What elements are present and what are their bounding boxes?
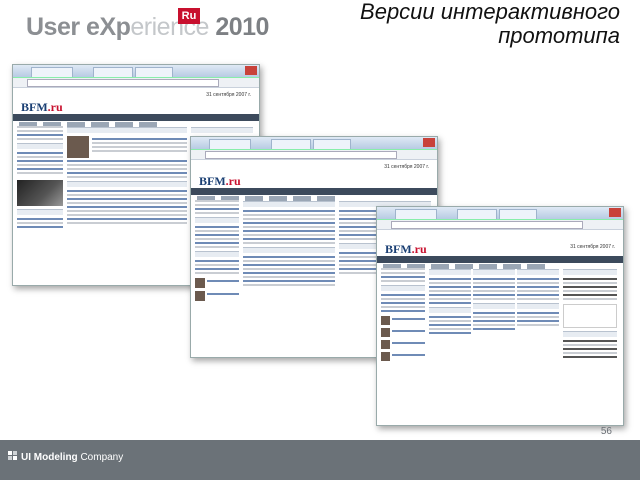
site-date: 31 сентября 2007 г. — [570, 244, 615, 250]
browser-tab-bar — [377, 207, 623, 220]
news-column-3 — [517, 266, 559, 328]
left-column — [17, 124, 63, 230]
page-number: 56 — [600, 426, 612, 437]
site-date: 31 сентября 2007 г. — [206, 92, 251, 98]
market-data-column — [563, 266, 617, 360]
site-nav — [13, 114, 259, 127]
center-column — [67, 124, 187, 226]
news-column-2 — [473, 266, 515, 332]
center-column — [243, 198, 335, 288]
site-logo: BFM.ru — [199, 174, 241, 188]
ru-badge: Ru — [178, 8, 200, 24]
site-date: 31 сентября 2007 г. — [384, 164, 429, 170]
news-column-1 — [429, 266, 471, 336]
logo-text-part1: User eXp — [26, 13, 131, 41]
company-icon — [8, 451, 18, 461]
site-logo: BFM.ru — [385, 242, 427, 256]
company-logo: UI Modeling Company — [8, 451, 123, 463]
logo-year: 2010 — [208, 13, 269, 41]
browser-tab-bar — [13, 65, 259, 78]
slide-title: Версии интерактивного прототипа — [320, 0, 620, 48]
slide-title-line1: Версии интерактивного — [360, 0, 620, 24]
site-nav — [191, 188, 437, 201]
event-logo: User eXperience 2010 Ru — [6, 4, 269, 50]
left-column — [195, 198, 239, 301]
company-name: UI Modeling — [21, 452, 78, 463]
slide-title-line2: прототипа — [498, 23, 620, 48]
site-nav — [377, 256, 623, 269]
browser-tab-bar — [191, 137, 437, 150]
left-column — [381, 266, 425, 361]
close-icon — [423, 138, 435, 147]
prototype-screenshot-3: BFM.ru 31 сентября 2007 г. — [376, 206, 624, 426]
address-bar — [13, 78, 259, 88]
company-name-suffix: Company — [77, 452, 124, 463]
logo-text: User eXperience 2010 — [26, 13, 269, 42]
close-icon — [245, 66, 257, 75]
address-bar — [191, 150, 437, 160]
address-bar — [377, 220, 623, 230]
close-icon — [609, 208, 621, 217]
site-logo: BFM.ru — [21, 100, 63, 114]
